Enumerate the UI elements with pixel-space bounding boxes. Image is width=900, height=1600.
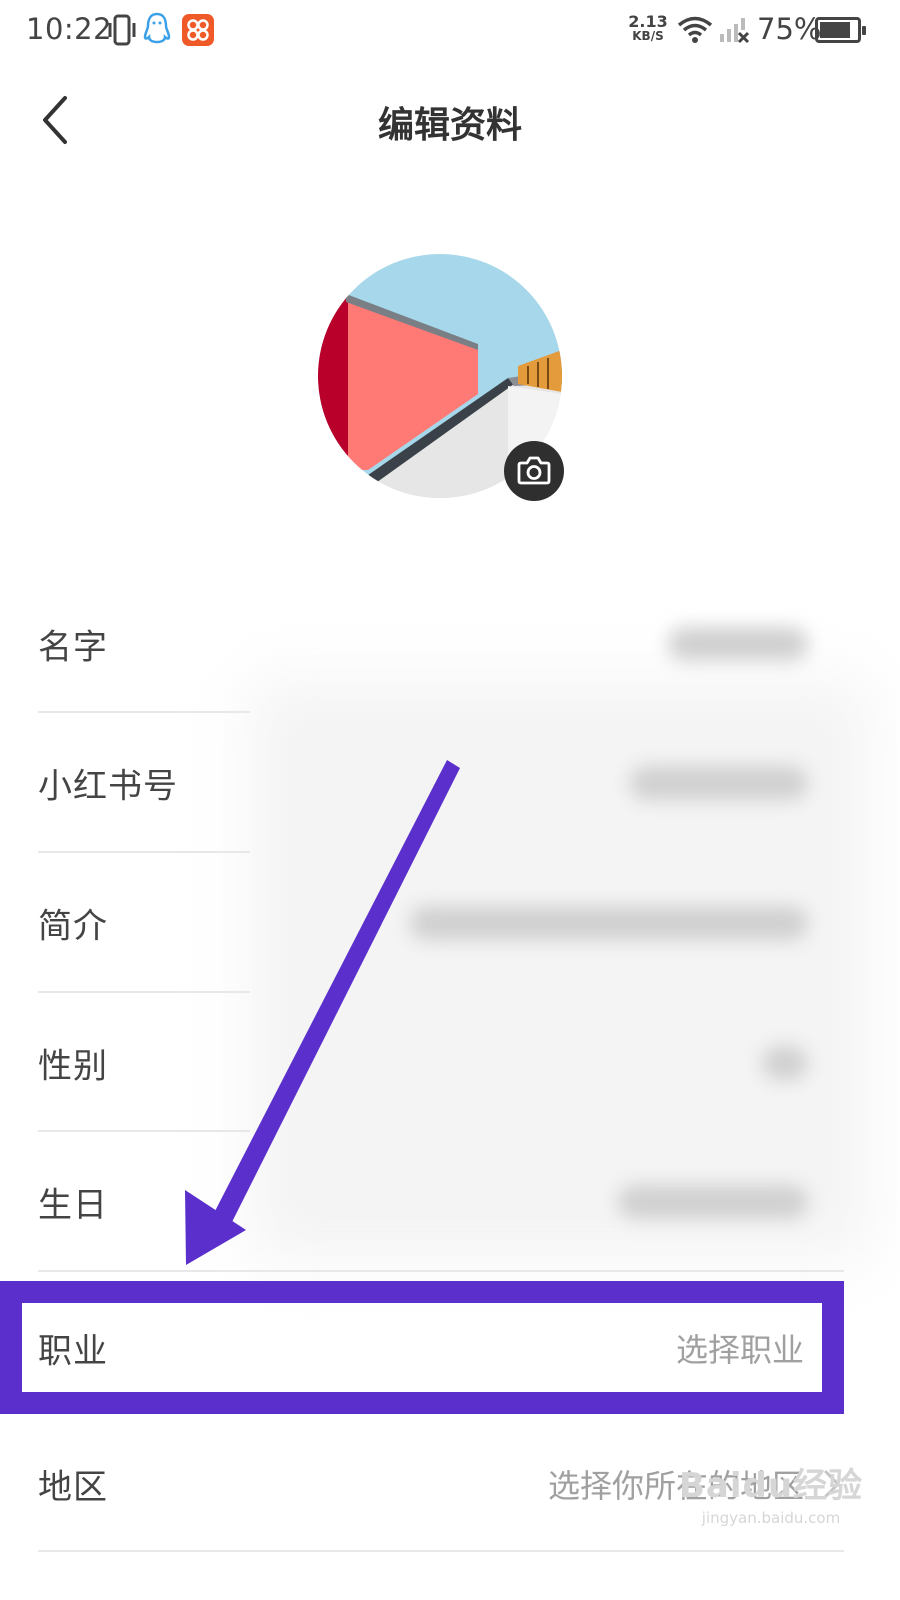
camera-icon: [517, 456, 551, 485]
row-label-xhs-id: 小红书号: [38, 766, 178, 806]
row-bio[interactable]: 简介: [0, 853, 900, 992]
battery-icon: [815, 17, 866, 43]
status-time: 10:22: [26, 12, 113, 46]
net-speed: 2.13 KB/S: [626, 14, 670, 44]
row-xhs-id[interactable]: 小红书号: [0, 713, 900, 852]
redacted-value: [630, 765, 808, 800]
row-label-region: 地区: [38, 1467, 108, 1507]
row-label-bio: 简介: [38, 906, 108, 946]
row-birthday[interactable]: 生日: [0, 1132, 900, 1271]
row-label-name: 名字: [38, 627, 108, 667]
row-gender[interactable]: 性别: [0, 993, 900, 1132]
signal-icon: [720, 18, 750, 44]
net-speed-unit: KB/S: [632, 29, 664, 43]
app-badge-icon: [182, 14, 214, 46]
watermark-main: Baidu经验: [678, 1466, 864, 1506]
redacted-value: [668, 626, 808, 661]
divider: [38, 1270, 844, 1272]
wifi-icon: [677, 16, 713, 43]
row-label-birthday: 生日: [38, 1185, 108, 1225]
redacted-value: [410, 905, 808, 940]
net-speed-value: 2.13: [628, 12, 668, 31]
watermark: Baidu经验 jingyan.baidu.com: [676, 1458, 866, 1527]
row-label-gender: 性别: [38, 1046, 108, 1086]
change-avatar-button[interactable]: [504, 441, 564, 501]
status-bar: 10:22 2.13 KB/S 75%: [0, 0, 900, 64]
highlight-box: [0, 1281, 844, 1414]
vibrate-icon: [108, 14, 136, 46]
redacted-value: [618, 1184, 808, 1219]
row-name[interactable]: 名字: [0, 574, 900, 713]
battery-percent: 75%: [757, 12, 822, 46]
watermark-sub: jingyan.baidu.com: [701, 1509, 841, 1527]
page-title: 编辑资料: [377, 105, 522, 146]
divider: [38, 1550, 844, 1552]
redacted-value: [762, 1045, 808, 1080]
qq-icon: [143, 12, 171, 44]
